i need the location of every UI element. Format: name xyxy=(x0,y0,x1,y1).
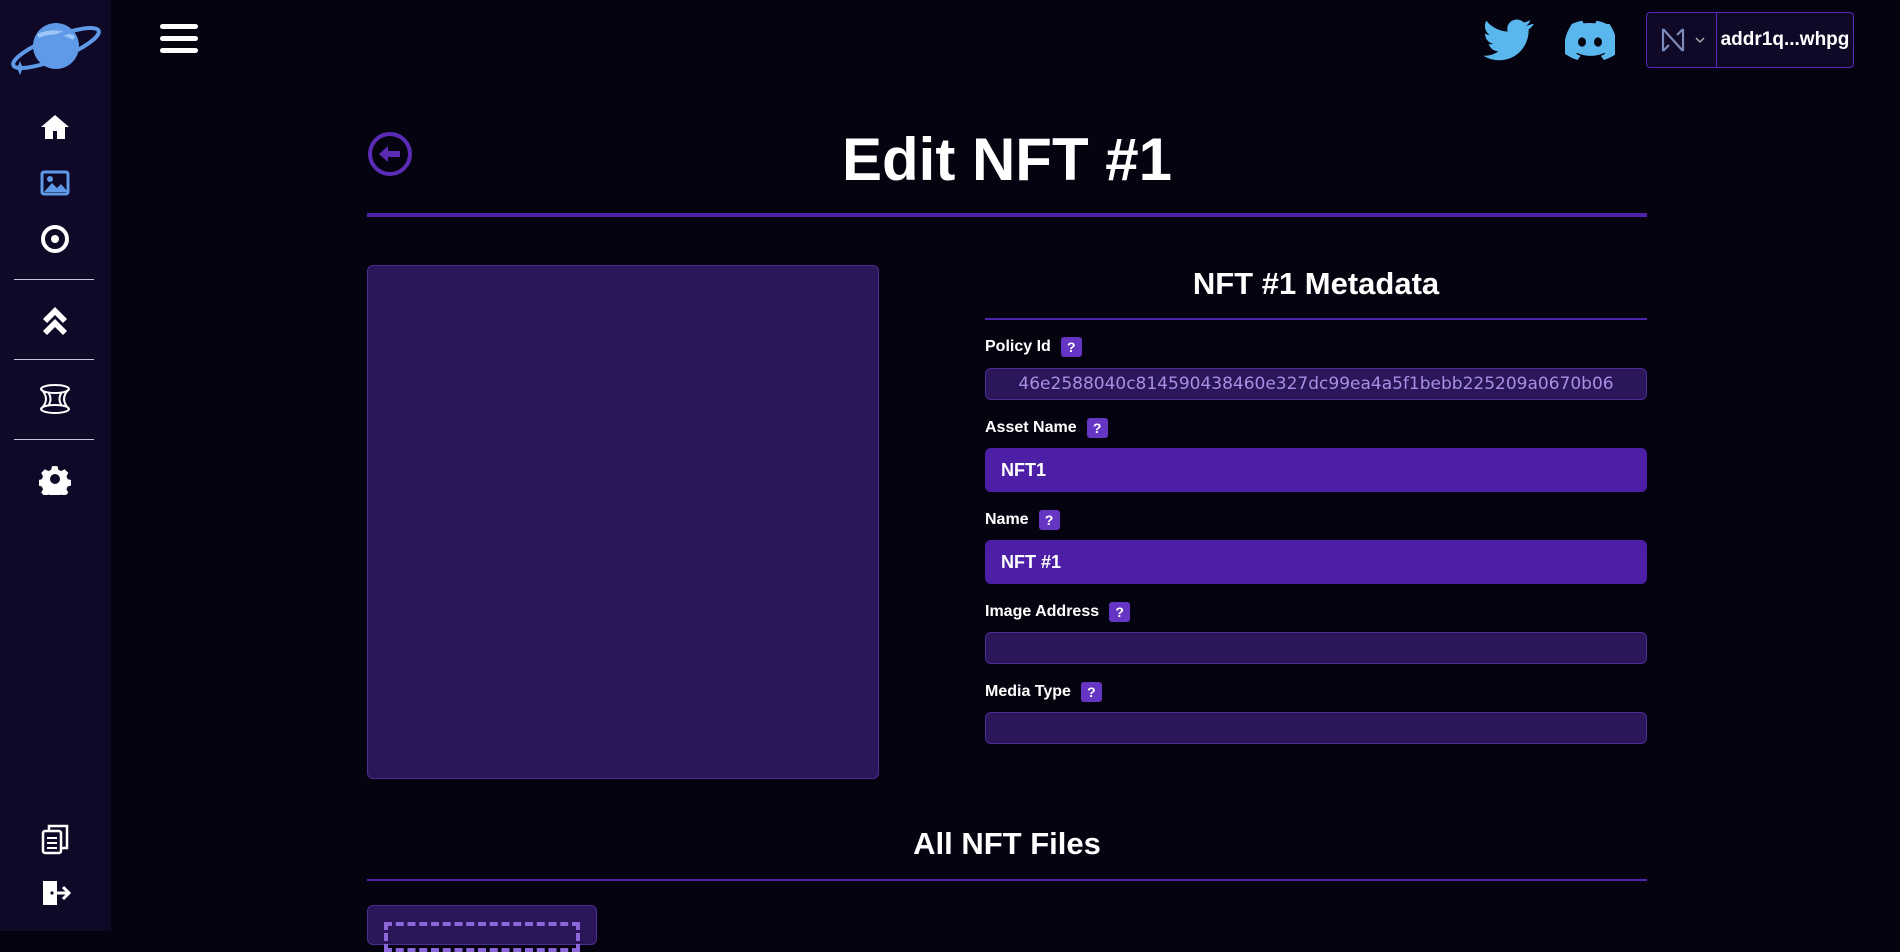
image-address-field[interactable] xyxy=(985,632,1647,664)
asset-name-field[interactable]: NFT1 xyxy=(985,448,1647,492)
file-dropzone[interactable] xyxy=(384,922,580,952)
metadata-title: NFT #1 Metadata xyxy=(1192,266,1440,301)
logout-icon[interactable] xyxy=(38,876,72,910)
chevron-down-icon xyxy=(1694,37,1705,44)
sidebar xyxy=(0,0,111,931)
sidebar-divider xyxy=(14,279,94,280)
policy-id-field[interactable]: 46e2588040c814590438460e327dc99ea4a5f1be… xyxy=(985,368,1647,400)
field-label-text: Policy Id xyxy=(985,338,1051,355)
field-label-text: Asset Name xyxy=(985,419,1077,436)
wallet-button[interactable]: addr1q...whpg xyxy=(1646,12,1854,68)
file-upload-card[interactable] xyxy=(367,905,597,952)
help-icon[interactable]: ? xyxy=(1080,682,1102,702)
top-bar xyxy=(111,0,1900,84)
wallet-address: addr1q...whpg xyxy=(1720,29,1850,50)
sidebar-divider xyxy=(14,359,94,360)
field-label-text: Image Address xyxy=(985,603,1100,620)
home-icon[interactable] xyxy=(38,110,72,144)
media-type-field[interactable] xyxy=(985,712,1647,744)
field-label-text: Name xyxy=(985,511,1029,528)
nami-wallet-icon xyxy=(1661,28,1684,52)
policy-id-label: Policy Id ? xyxy=(985,337,1082,357)
title-divider xyxy=(367,213,1647,217)
help-icon[interactable]: ? xyxy=(1038,510,1060,530)
name-label: Name ? xyxy=(985,510,1060,530)
image-icon[interactable] xyxy=(38,166,72,200)
media-type-label: Media Type ? xyxy=(985,682,1102,702)
name-field[interactable]: NFT #1 xyxy=(985,540,1647,584)
field-label-text: Media Type xyxy=(985,683,1071,700)
help-icon[interactable]: ? xyxy=(1086,418,1108,438)
image-address-label: Image Address ? xyxy=(985,602,1131,622)
asset-name-label: Asset Name ? xyxy=(985,418,1108,438)
twitter-icon[interactable] xyxy=(1483,18,1534,62)
sidebar-divider xyxy=(14,439,94,440)
help-icon[interactable]: ? xyxy=(1109,602,1131,622)
page-title: Edit NFT #1 xyxy=(841,126,1173,193)
wallet-logo xyxy=(1647,13,1717,67)
files-divider xyxy=(367,879,1647,881)
docs-icon[interactable] xyxy=(38,822,72,856)
circle-target-icon[interactable] xyxy=(38,222,72,256)
menu-toggle-icon[interactable] xyxy=(160,24,198,56)
files-title: All NFT Files xyxy=(913,826,1101,861)
chevrons-up-icon[interactable] xyxy=(38,302,72,336)
discord-icon[interactable] xyxy=(1564,18,1618,62)
nft-image-preview xyxy=(367,265,879,779)
metadata-divider xyxy=(985,318,1647,320)
planet-logo-icon[interactable] xyxy=(8,14,103,76)
wormhole-icon[interactable] xyxy=(38,382,72,416)
gear-icon[interactable] xyxy=(38,462,72,496)
help-icon[interactable]: ? xyxy=(1060,337,1082,357)
